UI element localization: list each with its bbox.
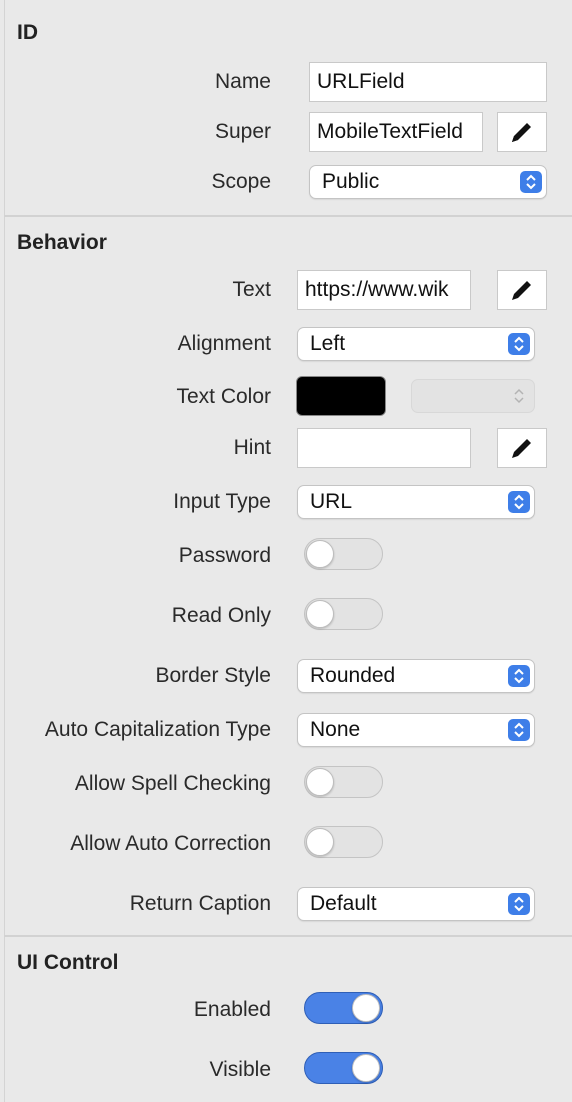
up-down-chevron-icon: [508, 719, 530, 741]
toggle-knob: [306, 540, 334, 568]
return-caption-label: Return Caption: [129, 892, 271, 915]
up-down-chevron-icon: [508, 491, 530, 513]
read-only-toggle[interactable]: [304, 598, 383, 630]
pencil-icon: [512, 123, 531, 142]
hint-edit-button[interactable]: [497, 428, 547, 468]
up-down-chevron-icon: [508, 665, 530, 687]
section-title-ui-control: UI Control: [17, 951, 119, 974]
scope-popup[interactable]: Public: [309, 165, 547, 199]
text-color-label: Text Color: [176, 385, 271, 408]
input-type-label: Input Type: [173, 490, 271, 513]
pencil-icon: [512, 439, 531, 458]
auto-cap-popup[interactable]: None: [297, 713, 535, 747]
input-type-value: URL: [310, 490, 353, 513]
enabled-label: Enabled: [193, 998, 271, 1021]
pencil-icon: [512, 281, 531, 300]
up-down-chevron-icon: [520, 171, 542, 193]
visible-toggle[interactable]: [304, 1052, 383, 1084]
auto-correction-toggle[interactable]: [304, 826, 383, 858]
visible-label: Visible: [209, 1058, 271, 1081]
name-label: Name: [214, 70, 271, 93]
inspector-panel: ID Name URLField Super MobileTextField S…: [0, 0, 572, 1102]
text-edit-button[interactable]: [497, 270, 547, 310]
toggle-knob: [306, 768, 334, 796]
toggle-knob: [352, 1054, 380, 1082]
alignment-label: Alignment: [177, 332, 271, 355]
toggle-knob: [352, 994, 380, 1022]
scope-label: Scope: [211, 170, 271, 193]
password-label: Password: [178, 544, 271, 567]
up-down-chevron-icon: [508, 333, 530, 355]
hint-field[interactable]: [297, 428, 471, 468]
password-toggle[interactable]: [304, 538, 383, 570]
return-caption-popup[interactable]: Default: [297, 887, 535, 921]
super-edit-button[interactable]: [497, 112, 547, 152]
section-divider: [4, 935, 572, 937]
auto-correction-label: Allow Auto Correction: [70, 832, 271, 855]
section-title-behavior: Behavior: [17, 231, 107, 254]
alignment-popup[interactable]: Left: [297, 327, 535, 361]
hint-label: Hint: [233, 436, 271, 459]
text-label: Text: [232, 278, 271, 301]
text-field[interactable]: https://www.wik: [297, 270, 471, 310]
super-field[interactable]: MobileTextField: [309, 112, 483, 152]
super-label: Super: [214, 120, 271, 143]
scope-value: Public: [322, 170, 380, 193]
section-divider: [4, 215, 572, 217]
auto-cap-value: None: [310, 718, 361, 741]
input-type-popup[interactable]: URL: [297, 485, 535, 519]
up-down-chevron-icon: [508, 893, 530, 915]
spell-check-toggle[interactable]: [304, 766, 383, 798]
border-style-label: Border Style: [155, 664, 271, 687]
auto-cap-label: Auto Capitalization Type: [44, 718, 271, 741]
read-only-label: Read Only: [171, 604, 271, 627]
up-down-chevron-icon: [508, 385, 530, 407]
enabled-toggle[interactable]: [304, 992, 383, 1024]
name-field[interactable]: URLField: [309, 62, 547, 102]
section-title-id: ID: [17, 21, 38, 44]
spell-check-label: Allow Spell Checking: [74, 772, 271, 795]
return-caption-value: Default: [310, 892, 377, 915]
toggle-knob: [306, 828, 334, 856]
toggle-knob: [306, 600, 334, 628]
text-color-popup: [411, 379, 535, 413]
border-style-value: Rounded: [310, 664, 396, 687]
text-color-swatch[interactable]: [296, 376, 386, 416]
border-style-popup[interactable]: Rounded: [297, 659, 535, 693]
alignment-value: Left: [310, 332, 346, 355]
